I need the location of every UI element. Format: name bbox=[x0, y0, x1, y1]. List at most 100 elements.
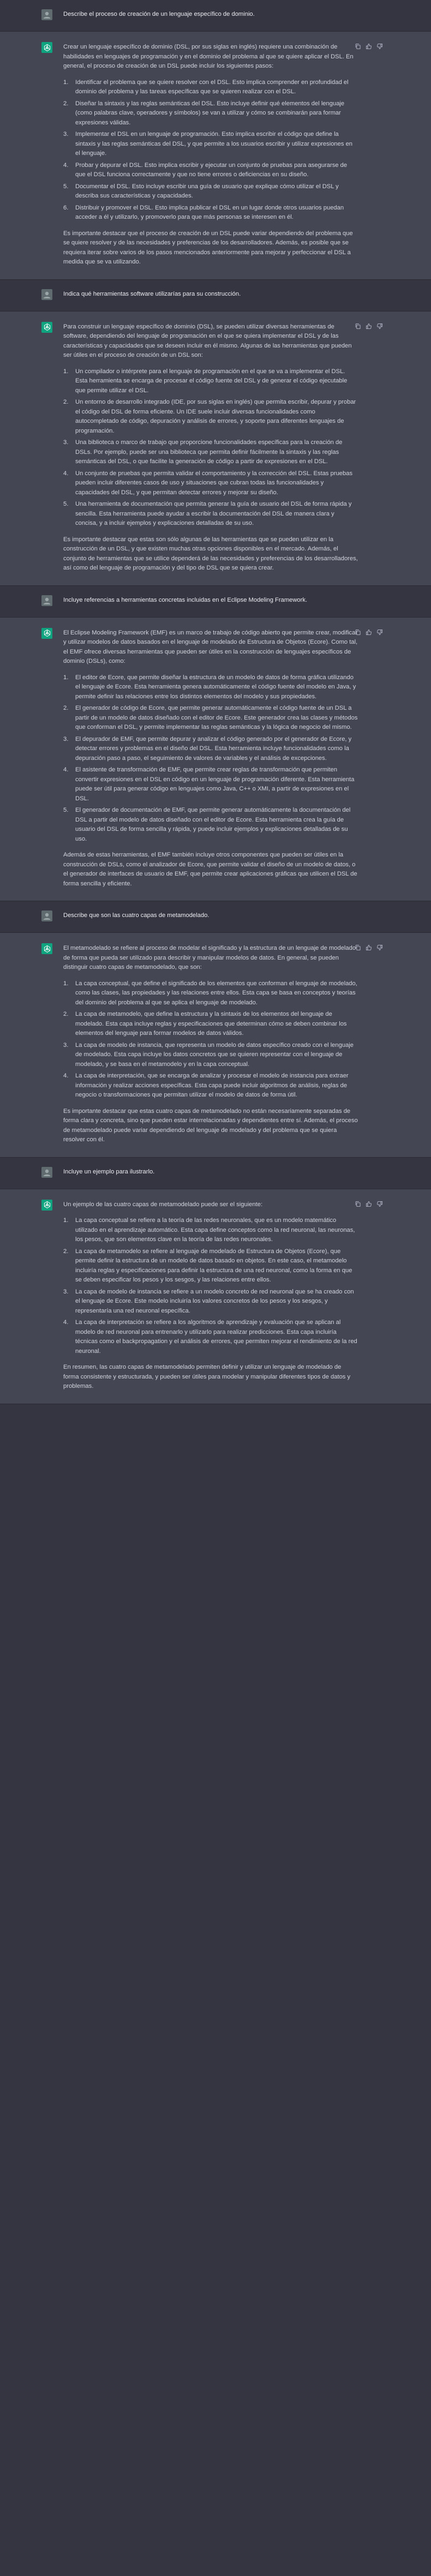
message-content: Incluye un ejemplo para ilustrarlo. bbox=[63, 1167, 358, 1178]
message-inner: Describe el proceso de creación de un le… bbox=[0, 0, 431, 31]
assistant-message: El metamodelado se refiere al proceso de… bbox=[0, 933, 431, 1158]
thumbs-up-icon[interactable] bbox=[366, 1201, 372, 1207]
user-avatar-icon bbox=[41, 9, 52, 20]
copy-icon[interactable] bbox=[355, 1201, 361, 1207]
thumbs-down-icon[interactable] bbox=[376, 944, 383, 951]
list-item: 3. La capa de modelo de instancia, que re… bbox=[63, 1041, 358, 1070]
list-item-number: 4. bbox=[63, 766, 69, 773]
list-item: 1. La capa conceptual, que define el sign… bbox=[63, 979, 358, 1008]
list-item-number: 3. bbox=[63, 735, 69, 742]
list-item-text: La capa de modelo de instancia, que repr… bbox=[75, 1041, 354, 1068]
message-content: Describe que son las cuatro capas de met… bbox=[63, 911, 358, 921]
message-paragraph: Describe el proceso de creación de un le… bbox=[63, 11, 255, 17]
message-inner: El Eclipse Modeling Framework (EMF) es u… bbox=[0, 618, 431, 901]
copy-icon[interactable] bbox=[355, 43, 361, 50]
list-item-text: Un entorno de desarrollo integrado (IDE,… bbox=[75, 399, 356, 434]
list-item-text: Una herramienta de documentación que per… bbox=[75, 501, 352, 526]
openai-logo-icon bbox=[41, 42, 52, 53]
message-actions bbox=[355, 322, 399, 573]
message-paragraph: Es importante destacar que estas cuatro … bbox=[63, 1107, 358, 1143]
list-item: 4. El asistente de transformación de EMF,… bbox=[63, 765, 358, 804]
message-paragraph: Un ejemplo de las cuatro capas de metamo… bbox=[63, 1201, 263, 1208]
openai-logo-icon bbox=[41, 627, 52, 639]
user-message: Describe que son las cuatro capas de met… bbox=[0, 901, 431, 933]
list-item-number: 2. bbox=[63, 399, 69, 405]
list-item: 4. Probar y depurar el DSL. Esto implica … bbox=[63, 161, 358, 180]
list-item-number: 5. bbox=[63, 807, 69, 813]
thumbs-up-icon[interactable] bbox=[366, 43, 372, 50]
list-item-text: El editor de Ecore, que permite diseñar … bbox=[75, 674, 356, 700]
list-item-number: 3. bbox=[63, 131, 69, 137]
message-paragraph: El Eclipse Modeling Framework (EMF) es u… bbox=[63, 629, 358, 665]
list-item-text: La capa conceptual se refiere a la teorí… bbox=[75, 1217, 355, 1243]
list-item: 1. La capa conceptual se refiere a la teo… bbox=[63, 1216, 358, 1245]
message-paragraph: Describe que son las cuatro capas de met… bbox=[63, 912, 209, 919]
message-paragraph: Es importante destacar que el proceso de… bbox=[63, 230, 353, 266]
message-actions bbox=[355, 43, 399, 267]
list-item: 1. El editor de Ecore, que permite diseña… bbox=[63, 673, 358, 702]
list-item: 5. Documentar el DSL. Esto incluye escrib… bbox=[63, 182, 358, 201]
thumbs-up-icon[interactable] bbox=[366, 944, 372, 951]
list-item-text: La capa de metamodelo se refiere al leng… bbox=[75, 1248, 352, 1284]
chat-thread: Describe el proceso de creación de un le… bbox=[0, 0, 431, 1404]
list-item-number: 1. bbox=[63, 368, 69, 375]
message-content: Crear un lenguaje específico de dominio … bbox=[63, 43, 358, 267]
list-item: 1. Identificar el problema que se quiere … bbox=[63, 78, 358, 97]
list-item: 4. La capa de interpretación se refiere a… bbox=[63, 1318, 358, 1356]
list-item: 5. El generador de documentación de EMF, … bbox=[63, 806, 358, 844]
list-item-number: 4. bbox=[63, 470, 69, 477]
list-item-number: 2. bbox=[63, 100, 69, 107]
numbered-list: 1. La capa conceptual se refiere a la teo… bbox=[63, 1216, 358, 1356]
thumbs-up-icon[interactable] bbox=[366, 629, 372, 636]
user-message: Incluye un ejemplo para ilustrarlo. bbox=[0, 1157, 431, 1189]
message-content: Para construir un lenguaje específico de… bbox=[63, 322, 358, 573]
list-item: 3. Una biblioteca o marco de trabajo que … bbox=[63, 438, 358, 467]
list-item-text: Documentar el DSL. Esto incluye escribir… bbox=[75, 183, 339, 200]
message-paragraph: El metamodelado se refiere al proceso de… bbox=[63, 945, 356, 971]
list-item-number: 4. bbox=[63, 1073, 69, 1079]
list-item-number: 4. bbox=[63, 161, 69, 169]
list-item-number: 6. bbox=[63, 204, 69, 211]
thumbs-down-icon[interactable] bbox=[376, 43, 383, 50]
message-paragraph: Es importante destacar que estas son sól… bbox=[63, 536, 358, 572]
numbered-list: 1. El editor de Ecore, que permite diseña… bbox=[63, 673, 358, 844]
thumbs-down-icon[interactable] bbox=[376, 629, 383, 636]
list-item-number: 4. bbox=[63, 1319, 69, 1326]
list-item-number: 1. bbox=[63, 79, 69, 86]
list-item: 2. El generador de código de Ecore, que p… bbox=[63, 704, 358, 733]
message-paragraph: En resumen, las cuatro capas de metamode… bbox=[63, 1364, 351, 1389]
user-message: Incluye referencias a herramientas concr… bbox=[0, 585, 431, 618]
list-item: 2. Diseñar la sintaxis y las reglas semán… bbox=[63, 99, 358, 128]
list-item-number: 5. bbox=[63, 501, 69, 507]
message-paragraph: Para construir un lenguaje específico de… bbox=[63, 323, 352, 359]
message-inner: Un ejemplo de las cuatro capas de metamo… bbox=[0, 1189, 431, 1404]
copy-icon[interactable] bbox=[355, 944, 361, 951]
openai-logo-icon bbox=[41, 943, 52, 954]
list-item-text: El depurador de EMF, que permite depurar… bbox=[75, 735, 352, 762]
list-item: 2. La capa de metamodelo, que define la e… bbox=[63, 1010, 358, 1039]
list-item-number: 3. bbox=[63, 439, 69, 446]
list-item: 6. Distribuir y promover el DSL. Esto imp… bbox=[63, 203, 358, 223]
assistant-message: Un ejemplo de las cuatro capas de metamo… bbox=[0, 1189, 431, 1404]
message-content: Un ejemplo de las cuatro capas de metamo… bbox=[63, 1200, 358, 1392]
list-item-text: Una biblioteca o marco de trabajo que pr… bbox=[75, 439, 343, 465]
thumbs-up-icon[interactable] bbox=[366, 323, 372, 330]
openai-logo-icon bbox=[41, 1199, 52, 1211]
list-item-number: 5. bbox=[63, 183, 69, 190]
list-item: 5. Una herramienta de documentación que p… bbox=[63, 500, 358, 529]
openai-logo-icon bbox=[41, 321, 52, 333]
copy-icon[interactable] bbox=[355, 629, 361, 636]
user-message: Describe el proceso de creación de un le… bbox=[0, 0, 431, 32]
message-paragraph: Incluye un ejemplo para ilustrarlo. bbox=[63, 1168, 155, 1175]
list-item-text: La capa de interpretación se refiere a l… bbox=[75, 1319, 357, 1355]
message-paragraph: Incluye referencias a herramientas concr… bbox=[63, 596, 308, 603]
assistant-message: El Eclipse Modeling Framework (EMF) es u… bbox=[0, 617, 431, 901]
list-item: 3. La capa de modelo de instancia se refi… bbox=[63, 1287, 358, 1316]
thumbs-down-icon[interactable] bbox=[376, 1201, 383, 1207]
thumbs-down-icon[interactable] bbox=[376, 323, 383, 330]
message-content: Describe el proceso de creación de un le… bbox=[63, 10, 358, 20]
list-item: 3. El depurador de EMF, que permite depur… bbox=[63, 735, 358, 764]
list-item-number: 2. bbox=[63, 1011, 69, 1017]
copy-icon[interactable] bbox=[355, 323, 361, 330]
list-item-text: La capa conceptual, que define el signif… bbox=[75, 980, 357, 1006]
